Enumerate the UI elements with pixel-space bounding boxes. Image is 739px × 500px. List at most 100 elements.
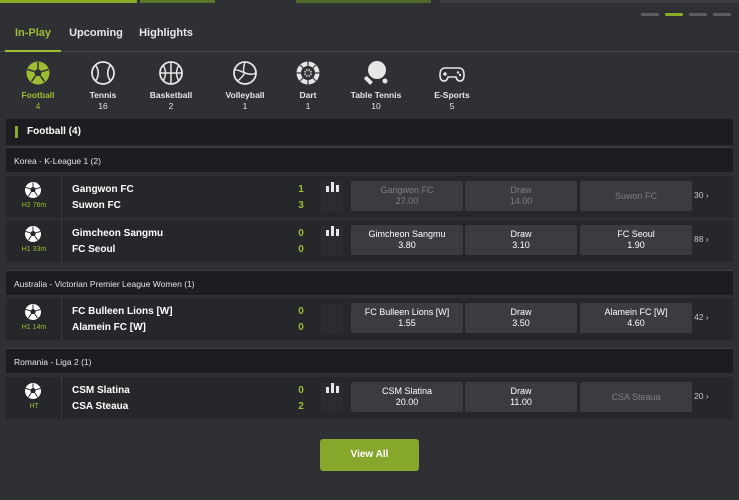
match-clock: H2 76m [21,202,47,209]
more-markets-link[interactable]: 42 › [694,312,730,322]
sport-item-basketball[interactable]: Basketball 2 [145,60,197,111]
football-icon [25,383,41,399]
tab-bar: In-Play Upcoming Highlights [0,26,739,52]
away-score: 3 [298,200,304,211]
match-row[interactable]: H1 33m Gimcheon Sangmu FC Seoul 0 0 Gimc… [6,220,733,262]
away-score: 0 [298,322,304,333]
odds-button-away[interactable]: Alamein FC [W] 4.60 [580,303,692,333]
odds-label: Suwon FC [614,191,658,201]
odds-button-home[interactable]: Gimcheon Sangmu 3.80 [351,225,463,255]
section-accent-bar [15,126,18,138]
stats-bar-chart-icon[interactable] [326,226,340,236]
odds-button-away[interactable]: CSA Steaua [580,382,692,412]
sport-name: Dart [299,90,317,100]
sport-item-tennis[interactable]: Tennis 16 [83,60,123,111]
odds-label: Draw [510,307,532,317]
match-row[interactable]: H1 14m FC Bulleen Lions [W] Alamein FC [… [6,298,733,340]
odds-value: 3.10 [512,240,530,250]
carousel-dot-active[interactable] [665,13,683,16]
sport-name: Basketball [149,90,193,100]
odds-label: Alamein FC [W] [604,307,668,317]
odds-button-draw[interactable]: Draw 3.10 [465,225,577,255]
stats-box [321,304,343,334]
sport-count: 5 [449,101,455,111]
league-header[interactable]: Romania - Liga 2 (1) [6,348,733,373]
odds-label: Draw [510,185,532,195]
sport-count: 2 [168,101,174,111]
sport-name: Table Tennis [350,90,402,100]
odds-button-home[interactable]: FC Bulleen Lions [W] 1.55 [351,303,463,333]
carousel-dot[interactable] [641,13,659,16]
away-team: CSA Steaua [72,401,129,412]
tab-highlights[interactable]: Highlights [136,26,196,52]
home-team: FC Bulleen Lions [W] [72,306,173,317]
match-row[interactable]: HT CSM Slatina CSA Steaua 0 2 CSM Slatin… [6,377,733,419]
section-title: Football (4) [27,126,81,137]
odds-label: FC Seoul [617,229,655,239]
odds-button-home[interactable]: Gangwon FC 27.00 [351,181,463,211]
more-markets-link[interactable]: 20 › [694,391,730,401]
dartboard-icon [296,61,320,85]
home-team: Gangwon FC [72,184,134,195]
match-time-cell: H2 76m [6,176,62,218]
odds-value: 3.50 [512,318,530,328]
banner-segment [296,0,431,3]
more-markets-link[interactable]: 30 › [694,190,730,200]
sport-item-dart[interactable]: Dart 1 [289,60,327,111]
sport-selector: Football 4 Tennis 16 Basketball 2 Volley… [0,60,739,112]
league-name: Korea - K-League 1 (2) [14,156,101,166]
match-row[interactable]: H2 76m Gangwon FC Suwon FC 1 3 Gangwon F… [6,176,733,218]
odds-value: 27.00 [395,196,419,206]
view-all-button[interactable]: View All [320,439,419,471]
sport-count: 4 [35,101,41,111]
league-header[interactable]: Korea - K-League 1 (2) [6,147,733,172]
odds-label: FC Bulleen Lions [W] [364,307,450,317]
sport-item-volleyball[interactable]: Volleyball 1 [220,60,270,111]
home-team: Gimcheon Sangmu [72,228,164,239]
sport-name: Football [21,90,55,100]
odds-button-draw[interactable]: Draw 11.00 [465,382,577,412]
table-tennis-icon [364,61,388,85]
sport-name: Volleyball [225,90,265,100]
away-team: Alamein FC [W] [72,322,146,333]
odds-value: 14.00 [509,196,533,206]
football-icon [25,304,41,320]
home-team: CSM Slatina [72,385,130,396]
football-icon [25,226,41,242]
odds-value: 11.00 [510,397,532,407]
sport-item-e-sports[interactable]: E-Sports 5 [431,60,473,111]
more-markets-link[interactable]: 88 › [694,234,730,244]
league-name: Australia - Victorian Premier League Wom… [14,279,195,289]
odds-label: Gimcheon Sangmu [368,229,446,239]
football-icon [26,61,50,85]
odds-button-away[interactable]: FC Seoul 1.90 [580,225,692,255]
odds-value: 20.00 [395,397,419,407]
odds-button-draw[interactable]: Draw 3.50 [465,303,577,333]
odds-value: 3.80 [398,240,416,250]
home-score: 0 [298,306,304,317]
sport-item-table-tennis[interactable]: Table Tennis 10 [348,60,404,111]
away-team: Suwon FC [72,200,121,211]
sport-count: 16 [98,101,108,111]
carousel-dot[interactable] [689,13,707,16]
stats-bar-chart-icon[interactable] [326,383,340,393]
match-clock: HT [29,403,39,410]
tab-in-play[interactable]: In-Play [5,26,61,52]
match-clock: H1 33m [21,246,47,253]
tab-upcoming[interactable]: Upcoming [66,26,126,52]
stats-bar-chart-icon[interactable] [326,182,340,192]
odds-button-home[interactable]: CSM Slatina 20.00 [351,382,463,412]
basketball-icon [159,61,183,85]
sport-item-football[interactable]: Football 4 [18,60,58,111]
odds-label: Gangwon FC [380,185,434,195]
odds-button-draw[interactable]: Draw 14.00 [465,181,577,211]
carousel-dot[interactable] [713,13,731,16]
away-team: FC Seoul [72,244,116,255]
gamepad-icon [439,67,465,82]
banner-segment [140,0,215,3]
odds-button-away[interactable]: Suwon FC [580,181,692,211]
league-header[interactable]: Australia - Victorian Premier League Wom… [6,270,733,295]
carousel-dots [641,13,731,16]
banner-strip [0,0,739,4]
match-time-cell: H1 33m [6,220,62,262]
